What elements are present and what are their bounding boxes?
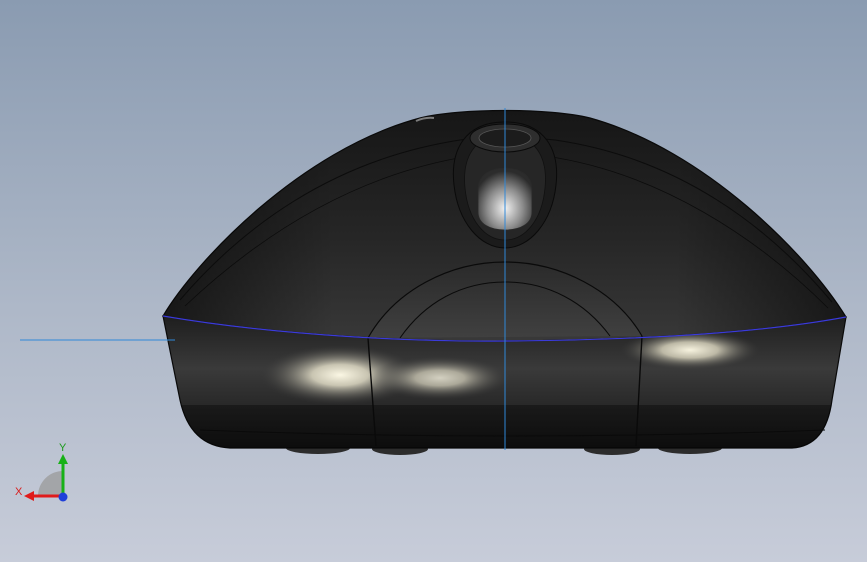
model-scene[interactable] bbox=[0, 0, 867, 562]
axis-triad: Y X bbox=[10, 440, 80, 510]
y-axis-label: Y bbox=[59, 442, 67, 454]
3d-viewport[interactable]: Y X bbox=[0, 0, 867, 562]
z-axis-dot bbox=[58, 492, 68, 502]
x-axis-label: X bbox=[15, 486, 23, 498]
triad-graphic bbox=[24, 454, 68, 502]
